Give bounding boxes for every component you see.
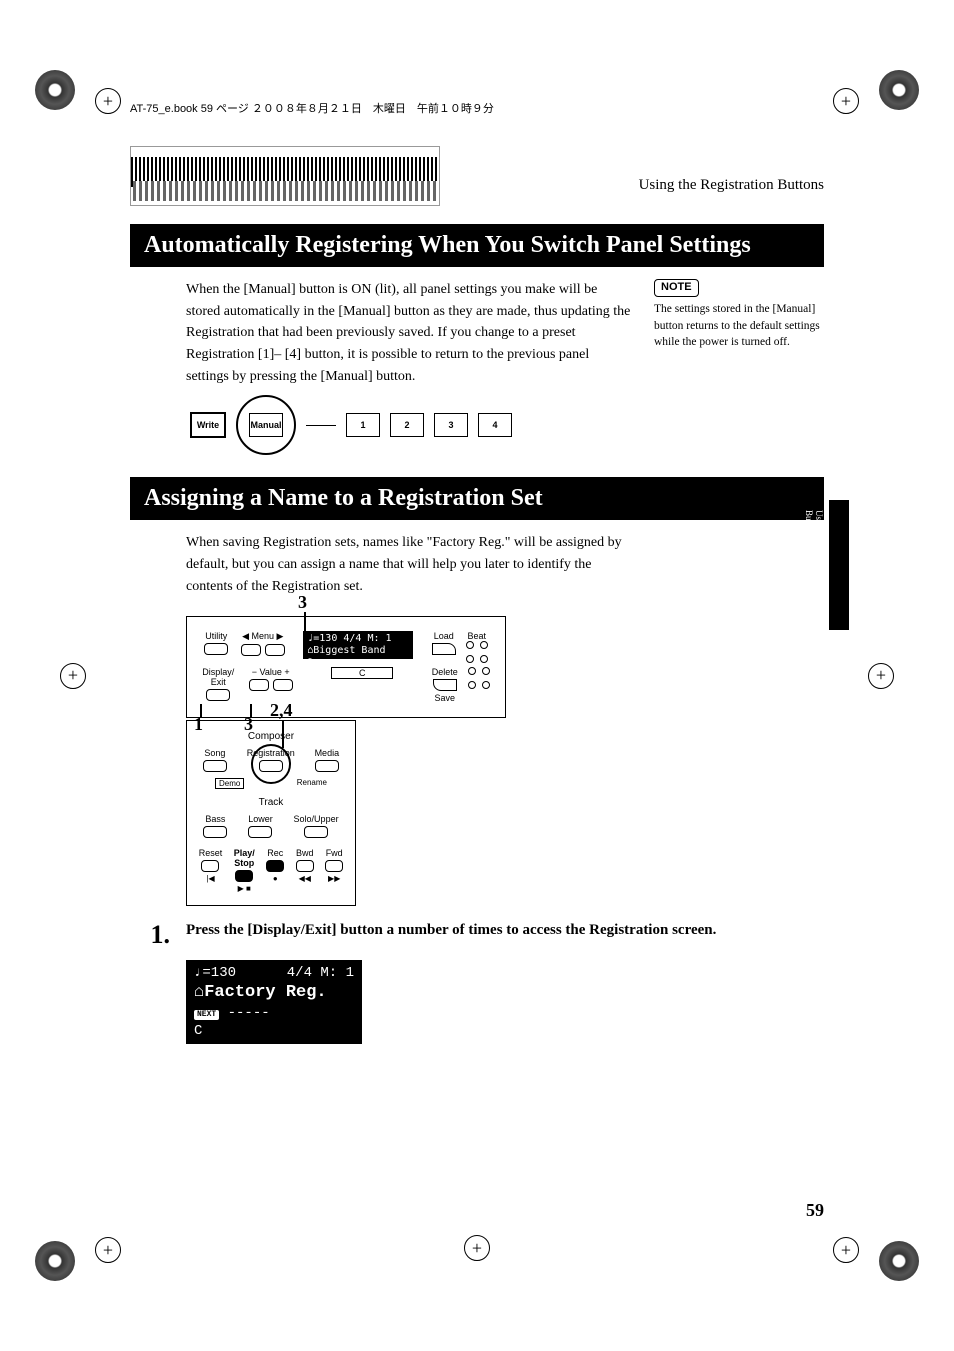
crop-disc-br <box>879 1241 919 1281</box>
reg-2-button: 2 <box>390 413 424 437</box>
lcd-screenshot: ♩=130 4/4 M: 1 ⌂Factory Reg. NEXT ----- … <box>186 960 362 1045</box>
thumb-tab-label: Using the Registration Buttons <box>804 510 824 620</box>
manual-button-illust: Manual <box>249 413 283 437</box>
write-button-illust: Write <box>190 412 226 438</box>
registration-mark <box>95 1237 121 1263</box>
heading-assign-name: Assigning a Name to a Registration Set <box>130 477 824 520</box>
registration-mark <box>833 1237 859 1263</box>
thumb-tab <box>829 500 849 630</box>
note-text: The settings stored in the [Manual] butt… <box>654 301 824 351</box>
registration-mark <box>95 88 121 114</box>
book-header-line: AT-75_e.book 59 ページ ２００８年８月２１日 木曜日 午前１０時… <box>130 100 824 116</box>
registration-mark <box>868 663 894 689</box>
lcd-preview: ♩=130 4/4 M: 1 ⌂Biggest Band C <box>303 631 413 659</box>
panel-buttons-illustration: Write Manual 1 2 3 4 <box>130 395 824 455</box>
page-number: 59 <box>806 1200 824 1221</box>
registration-mark <box>464 1235 490 1261</box>
heading-auto-register: Automatically Registering When You Switc… <box>130 224 824 267</box>
composer-panel-diagram: Composer Song Registration Media Demo Re… <box>186 720 356 906</box>
callout-24: 2,4 <box>270 700 293 721</box>
callout-3: 3 <box>298 592 307 613</box>
paragraph-assign-name: When saving Registration sets, names lik… <box>130 532 634 597</box>
crop-disc-bl <box>35 1241 75 1281</box>
keyboard-panel-illustration <box>130 146 440 206</box>
registration-mark <box>60 663 86 689</box>
crop-disc-tl <box>35 70 75 110</box>
manual-button-circle: Manual <box>236 395 296 455</box>
section-label: Using the Registration Buttons <box>639 177 824 194</box>
step-1-instruction: Press the [Display/Exit] button a number… <box>186 920 824 950</box>
reg-4-button: 4 <box>478 413 512 437</box>
note-badge: NOTE <box>654 279 699 297</box>
crop-disc-tr <box>879 70 919 110</box>
control-panel-diagram: Utility ◀ Menu ▶ ♩=130 4/4 M: 1 ⌂Biggest… <box>186 616 506 718</box>
paragraph-auto-register: When the [Manual] button is ON (lit), al… <box>130 279 634 387</box>
reg-3-button: 3 <box>434 413 468 437</box>
next-badge: NEXT <box>194 1010 219 1020</box>
reg-1-button: 1 <box>346 413 380 437</box>
step-number-1: 1. <box>130 920 170 950</box>
registration-mark <box>833 88 859 114</box>
